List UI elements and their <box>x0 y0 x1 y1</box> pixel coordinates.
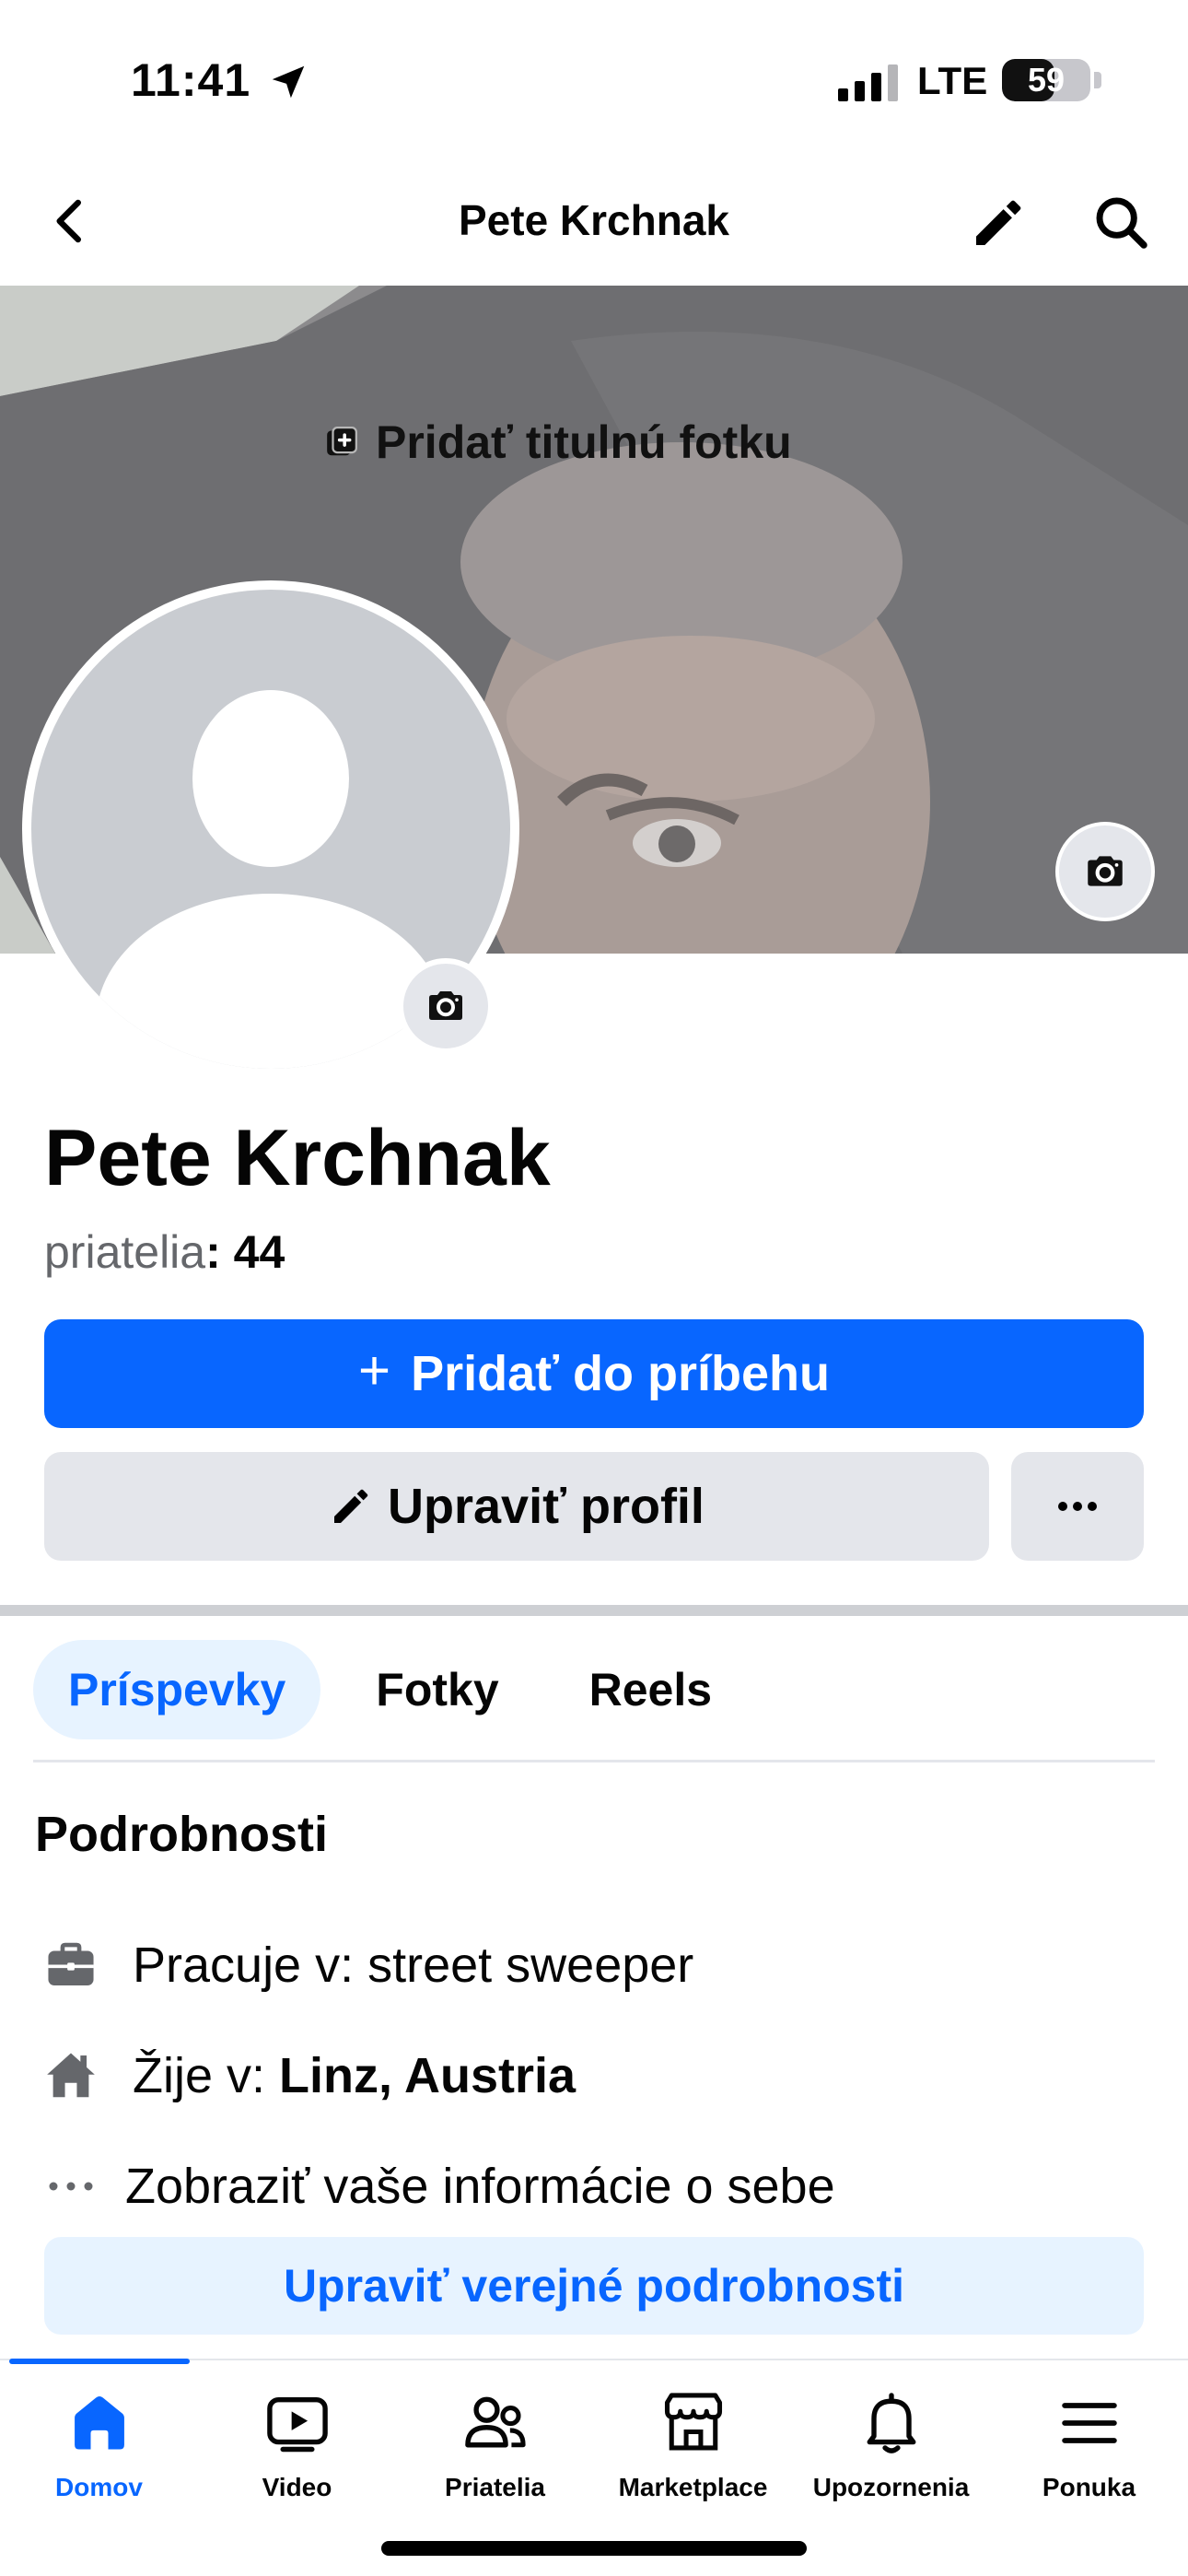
more-dots-icon <box>41 2156 101 2217</box>
pencil-icon <box>334 1489 368 1523</box>
lives-value: Linz, Austria <box>279 2048 577 2103</box>
nav-home-label: Domov <box>55 2473 143 2501</box>
profile-name: Pete Krchnak <box>44 1114 551 1202</box>
marketplace-icon <box>657 2386 730 2460</box>
edit-public-details-label: Upraviť verejné podrobnosti <box>283 2260 905 2312</box>
nav-friends-label: Priatelia <box>445 2473 545 2501</box>
battery-cap <box>1094 72 1101 88</box>
friends-count: 44 <box>233 1226 285 1278</box>
detail-lives: Žije v: Linz, Austria <box>41 2045 576 2106</box>
pencil-icon[interactable] <box>969 193 1028 252</box>
detail-work: Pracuje v: street sweeper <box>41 1935 693 1996</box>
see-about-info-row[interactable]: Zobraziť vaše informácie o sebe <box>41 2156 835 2217</box>
network-type: LTE <box>917 59 988 102</box>
bell-icon <box>855 2386 928 2460</box>
more-options-button[interactable] <box>1011 1452 1144 1561</box>
add-to-story-label: Pridať do príbehu <box>411 1346 830 1401</box>
top-header: Pete Krchnak <box>0 157 1188 286</box>
nav-menu[interactable]: Ponuka <box>990 2386 1188 2524</box>
battery-percent: 59 <box>1027 61 1066 99</box>
lives-prefix: Žije v: <box>133 2048 280 2103</box>
camera-icon <box>429 991 462 1020</box>
home-icon <box>63 2386 136 2460</box>
edit-profile-label: Upraviť profil <box>388 1479 705 1534</box>
plus-icon: + <box>358 1340 391 1401</box>
tabs-divider <box>33 1760 1155 1762</box>
profile-camera-button[interactable] <box>398 958 494 1054</box>
cellular-signal-icon <box>838 64 898 101</box>
section-divider <box>0 1605 1188 1616</box>
video-icon <box>261 2386 334 2460</box>
nav-notifications-label: Upozornenia <box>812 2473 970 2501</box>
active-tab-indicator <box>9 2359 190 2364</box>
add-cover-label: Pridať titulnú fotku <box>376 416 792 468</box>
edit-profile-button[interactable]: Upraviť profil <box>44 1452 989 1561</box>
location-arrow-icon <box>272 65 305 99</box>
nav-friends[interactable]: Priatelia <box>396 2386 594 2524</box>
nav-home[interactable]: Domov <box>0 2386 198 2524</box>
camera-icon <box>1088 856 1123 886</box>
add-to-story-button[interactable]: + Pridať do príbehu <box>44 1319 1144 1428</box>
work-prefix: Pracuje v: <box>133 1938 368 1993</box>
nav-video[interactable]: Video <box>198 2386 396 2524</box>
nav-video-label: Video <box>262 2473 332 2501</box>
friends-label: priatelia <box>44 1226 206 1278</box>
tab-reels[interactable]: Reels <box>554 1640 747 1739</box>
home-indicator <box>381 2541 807 2556</box>
battery-icon: 59 <box>1002 59 1090 101</box>
add-cover-photo-button[interactable]: Pridať titulnú fotku <box>324 415 792 470</box>
more-dots-icon <box>1058 1502 1097 1511</box>
menu-icon <box>1053 2386 1126 2460</box>
search-icon[interactable] <box>1092 193 1151 252</box>
house-icon <box>41 2045 101 2106</box>
status-bar: 11:41 LTE 59 <box>0 0 1188 157</box>
work-value: street sweeper <box>367 1938 694 1993</box>
lives-text: Žije v: Linz, Austria <box>133 2047 576 2104</box>
add-photo-icon <box>327 427 357 456</box>
friends-sep: : <box>205 1226 234 1278</box>
about-label: Zobraziť vaše informácie o sebe <box>125 2159 835 2214</box>
edit-public-details-button[interactable]: Upraviť verejné podrobnosti <box>44 2237 1144 2335</box>
tab-photos[interactable]: Fotky <box>341 1640 533 1739</box>
friends-count-line[interactable]: priatelia: 44 <box>44 1225 285 1279</box>
status-time: 11:41 <box>131 54 251 106</box>
nav-marketplace-label: Marketplace <box>618 2473 768 2501</box>
cover-camera-button[interactable] <box>1055 822 1155 921</box>
work-text: Pracuje v: street sweeper <box>133 1937 693 1994</box>
details-title: Podrobnosti <box>35 1807 328 1862</box>
friends-icon <box>459 2386 532 2460</box>
nav-marketplace[interactable]: Marketplace <box>594 2386 792 2524</box>
nav-menu-label: Ponuka <box>1042 2473 1136 2501</box>
profile-tabs: Príspevky Fotky Reels <box>33 1640 767 1739</box>
tab-posts[interactable]: Príspevky <box>33 1640 321 1739</box>
nav-notifications[interactable]: Upozornenia <box>792 2386 990 2524</box>
briefcase-icon <box>41 1935 101 1996</box>
